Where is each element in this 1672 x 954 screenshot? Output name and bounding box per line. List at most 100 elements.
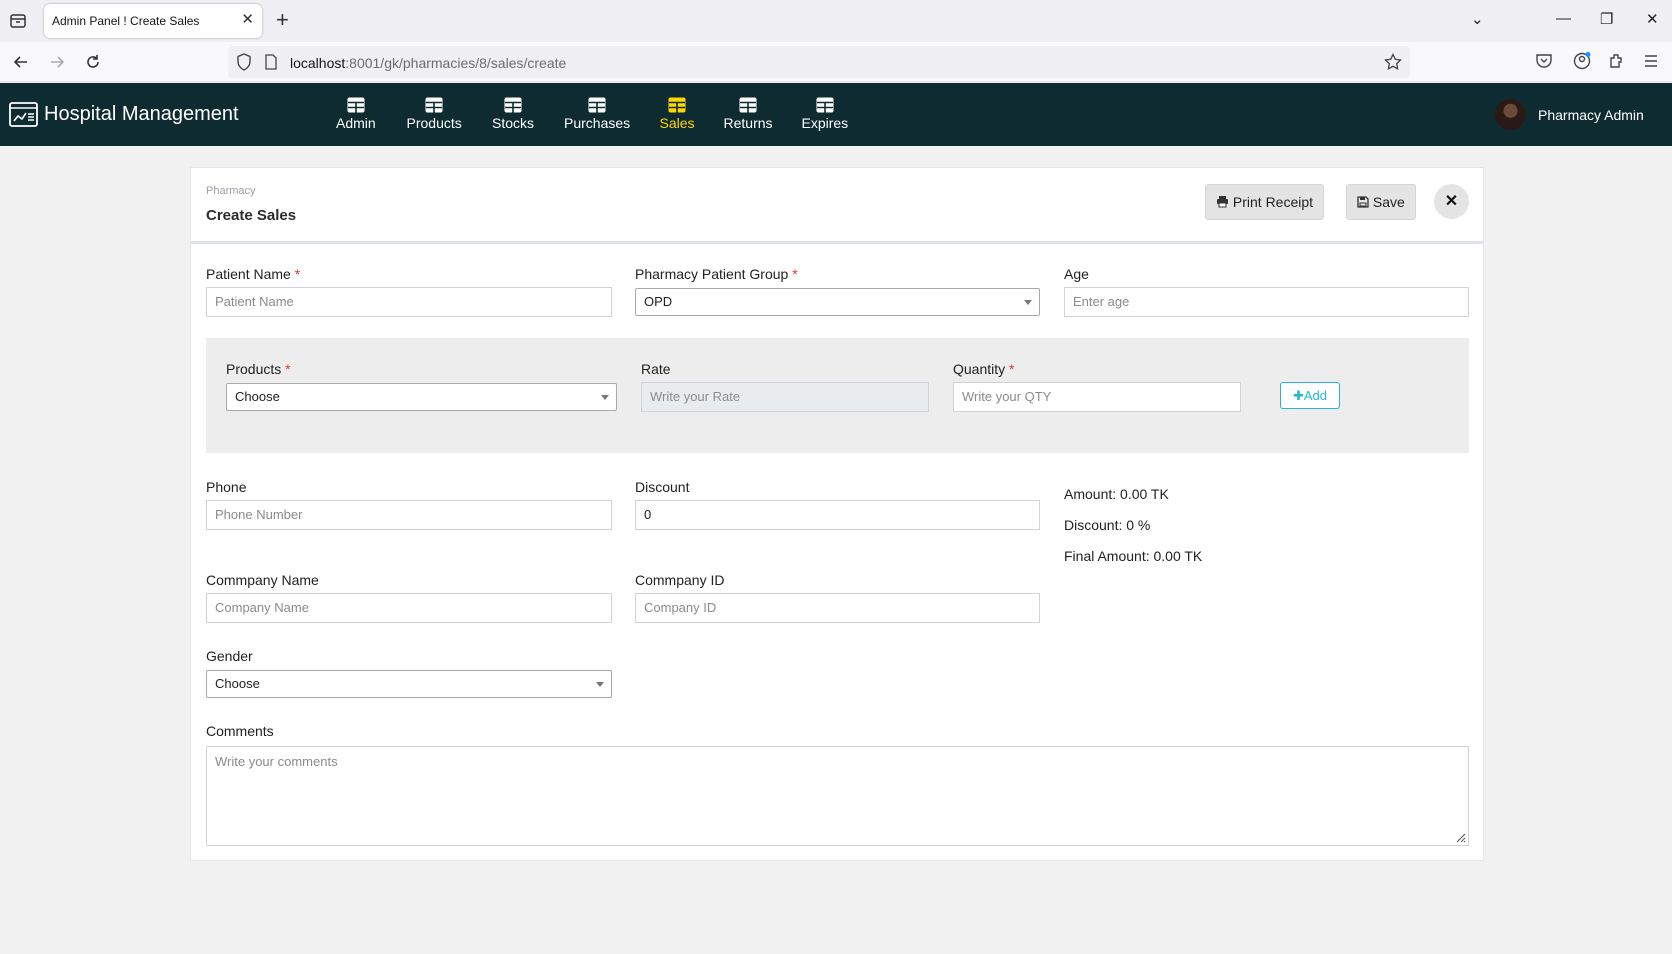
restore-icon[interactable]: ❐ [1600, 10, 1613, 28]
phone-label: Phone [206, 479, 247, 495]
reload-icon[interactable] [83, 52, 103, 72]
minimize-icon[interactable]: — [1556, 10, 1571, 27]
company-name-input[interactable]: Company Name [206, 593, 612, 623]
page-icon [265, 54, 277, 70]
table-icon [504, 97, 522, 113]
save-button[interactable]: Save [1346, 184, 1416, 220]
age-label: Age [1064, 266, 1089, 282]
save-label: Save [1372, 194, 1405, 210]
browser-tab-bar: Admin Panel ! Create Sales ✕ + ⌄ — ❐ ✕ [0, 0, 1672, 42]
app-header: Hospital Management Admin Products Stocks P… [0, 83, 1672, 146]
bookmark-star-icon[interactable] [1384, 53, 1402, 71]
products-value: Choose [235, 389, 280, 404]
patient-group-select[interactable]: OPD [635, 288, 1040, 316]
url-text: localhost:8001/gk/pharmacies/8/sales/cre… [290, 55, 566, 71]
phone-input[interactable]: Phone Number [206, 500, 612, 530]
required-mark: * [285, 361, 291, 377]
url-path: :8001/gk/pharmacies/8/sales/create [345, 55, 567, 71]
required-mark: * [1009, 361, 1015, 377]
tab-list-icon[interactable] [8, 11, 28, 31]
table-icon [347, 97, 365, 113]
print-receipt-button[interactable]: Print Receipt [1205, 184, 1325, 220]
avatar[interactable] [1495, 99, 1526, 130]
tab-title: Admin Panel ! Create Sales [52, 14, 200, 28]
nav-item-expires[interactable]: Expires [801, 97, 849, 131]
patient-name-label-text: Patient Name [206, 266, 291, 282]
account-icon[interactable] [1572, 51, 1592, 71]
breadcrumb[interactable]: Pharmacy [206, 185, 256, 197]
user-name[interactable]: Pharmacy Admin [1538, 107, 1644, 123]
gender-label: Gender [206, 648, 253, 664]
table-icon [588, 97, 606, 113]
table-icon [739, 97, 757, 113]
chevron-down-icon [596, 682, 604, 687]
nav-item-label: Sales [659, 115, 695, 131]
add-label: Add [1303, 388, 1328, 403]
nav-item-label: Products [406, 115, 462, 131]
nav-item-products[interactable]: Products [407, 97, 462, 131]
back-icon[interactable] [11, 52, 31, 72]
resize-handle-icon[interactable] [1454, 831, 1466, 843]
company-name-label: Commpany Name [206, 572, 319, 588]
quantity-input[interactable]: Write your QTY [953, 382, 1241, 412]
discount-summary-text: Discount: 0 % [1064, 517, 1151, 533]
table-icon [816, 97, 834, 113]
tab-overflow-chevron-icon[interactable]: ⌄ [1471, 10, 1484, 28]
company-id-input[interactable]: Company ID [635, 593, 1040, 623]
quantity-label: Quantity * [953, 361, 1014, 377]
company-id-label: Commpany ID [635, 572, 725, 588]
tab-close-icon[interactable]: ✕ [241, 12, 254, 28]
nav-item-purchases[interactable]: Purchases [564, 97, 630, 131]
page-title: Create Sales [206, 207, 297, 224]
amount-text: Amount: 0.00 TK [1064, 486, 1169, 502]
pocket-icon[interactable] [1535, 52, 1553, 70]
chevron-down-icon [601, 395, 609, 400]
patient-group-label-text: Pharmacy Patient Group [635, 266, 789, 282]
close-icon: ✕ [1444, 193, 1459, 210]
rate-label: Rate [641, 361, 671, 377]
gender-select[interactable]: Choose [206, 670, 612, 698]
discount-input[interactable]: 0 [635, 500, 1040, 530]
products-label: Products * [226, 361, 291, 377]
rate-input: Write your Rate [641, 382, 929, 412]
patient-group-label: Pharmacy Patient Group * [635, 266, 798, 282]
extensions-icon[interactable] [1608, 52, 1626, 70]
plus-icon: ✚ [1292, 388, 1304, 403]
new-tab-icon[interactable]: + [276, 9, 289, 31]
comments-placeholder: Write your comments [215, 754, 338, 769]
add-product-button[interactable]: ✚Add [1280, 382, 1340, 409]
products-select[interactable]: Choose [226, 383, 617, 411]
card-header: Pharmacy Create Sales Print Receipt Save… [191, 168, 1483, 244]
printer-icon [1217, 196, 1228, 208]
table-icon [668, 97, 686, 113]
nav-item-admin[interactable]: Admin [336, 97, 376, 131]
browser-tab[interactable]: Admin Panel ! Create Sales ✕ [44, 4, 262, 38]
shield-icon[interactable] [236, 53, 252, 71]
nav-item-label: Returns [723, 115, 773, 131]
create-sales-card: Pharmacy Create Sales Print Receipt Save… [190, 167, 1484, 861]
brand-title[interactable]: Hospital Management [44, 103, 239, 126]
comments-textarea[interactable]: Write your comments [206, 746, 1469, 846]
product-entry-panel: Products * Choose Rate Write your Rate Q… [206, 338, 1469, 453]
patient-name-label: Patient Name * [206, 266, 300, 282]
required-mark: * [294, 266, 301, 282]
gender-value: Choose [215, 676, 260, 691]
close-button[interactable]: ✕ [1434, 184, 1469, 219]
forward-icon[interactable] [47, 52, 67, 72]
address-bar[interactable]: localhost:8001/gk/pharmacies/8/sales/cre… [228, 46, 1410, 78]
dashboard-logo-icon [9, 102, 38, 127]
nav-item-stocks[interactable]: Stocks [492, 97, 534, 131]
hamburger-menu-icon[interactable] [1643, 53, 1659, 69]
browser-nav-bar: localhost:8001/gk/pharmacies/8/sales/cre… [0, 42, 1672, 82]
products-label-text: Products [226, 361, 282, 377]
nav-item-label: Admin [336, 115, 376, 131]
nav-item-label: Expires [801, 115, 849, 131]
final-amount-text: Final Amount: 0.00 TK [1064, 548, 1203, 564]
nav-item-sales[interactable]: Sales [660, 97, 695, 131]
nav-item-label: Purchases [564, 115, 631, 131]
window-close-icon[interactable]: ✕ [1646, 10, 1659, 28]
nav-item-returns[interactable]: Returns [724, 97, 773, 131]
age-input[interactable]: Enter age [1064, 287, 1469, 317]
print-receipt-label: Print Receipt [1232, 194, 1314, 210]
patient-name-input[interactable]: Patient Name [206, 287, 612, 317]
